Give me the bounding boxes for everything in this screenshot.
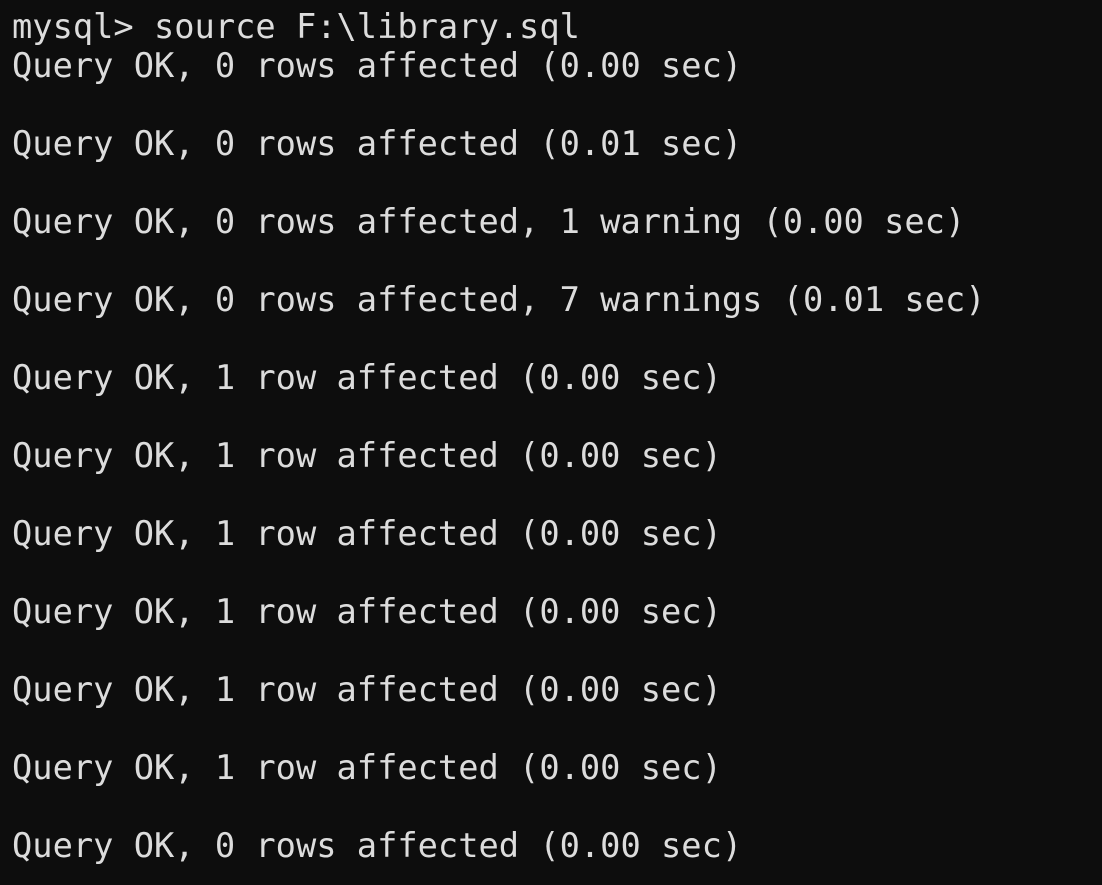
terminal-line: Query OK, 0 rows affected (0.00 sec) <box>12 826 743 865</box>
terminal-line: Query OK, 1 row affected (0.00 sec) <box>12 358 722 397</box>
terminal-line: Query OK, 1 row affected (0.00 sec) <box>12 592 722 631</box>
terminal-line: Query OK, 1 row affected (0.00 sec) <box>12 436 722 475</box>
terminal-line: mysql> source F:\library.sql <box>12 7 580 46</box>
terminal-line: Query OK, 0 rows affected (0.00 sec) <box>12 46 743 85</box>
terminal-line: Query OK, 1 row affected (0.00 sec) <box>12 748 722 787</box>
terminal-output-pane[interactable]: mysql> source F:\library.sql Query OK, 0 … <box>0 0 1102 885</box>
terminal-line: Query OK, 0 rows affected (0.01 sec) <box>12 124 743 163</box>
terminal-line: Query OK, 0 rows affected, 1 warning (0.… <box>12 202 966 241</box>
terminal-line: Query OK, 1 row affected (0.00 sec) <box>12 514 722 553</box>
terminal-line: Query OK, 0 rows affected, 7 warnings (0… <box>12 280 986 319</box>
terminal-line: Query OK, 1 row affected (0.00 sec) <box>12 670 722 709</box>
